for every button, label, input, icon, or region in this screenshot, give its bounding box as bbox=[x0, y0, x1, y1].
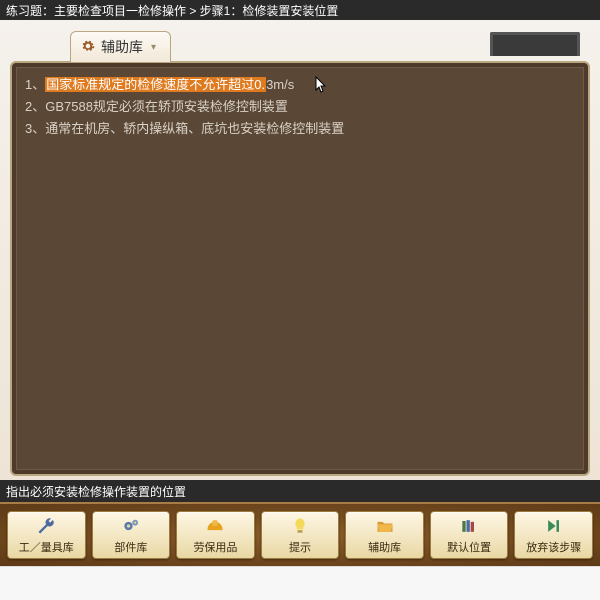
breadcrumb-bar: 练习题：主要检查项目一检修操作 > 步骤1：检修装置安装位置 bbox=[0, 0, 600, 20]
content-panel: 1、国家标准规定的检修速度不允许超过0.3m/s 2、GB7588规定必须在轿顶… bbox=[10, 61, 590, 476]
books-icon bbox=[458, 515, 480, 537]
hint-button[interactable]: 提示 bbox=[261, 511, 340, 559]
content-line-1[interactable]: 1、国家标准规定的检修速度不允许超过0.3m/s bbox=[25, 74, 575, 96]
instruction-text: 指出必须安装检修操作装置的位置 bbox=[6, 483, 186, 500]
content-body: 1、国家标准规定的检修速度不允许超过0.3m/s 2、GB7588规定必须在轿顶… bbox=[16, 67, 584, 470]
tools-library-button[interactable]: 工／量具库 bbox=[7, 511, 86, 559]
folder-icon bbox=[374, 515, 396, 537]
gears-icon bbox=[120, 515, 142, 537]
chevron-down-icon: ▾ bbox=[151, 42, 156, 53]
background-monitor-prop bbox=[490, 32, 580, 56]
auxiliary-library-button[interactable]: 辅助库 bbox=[345, 511, 424, 559]
selected-text: 国家标准规定的检修速度不允许超过0. bbox=[45, 77, 266, 92]
tab-label: 辅助库 bbox=[101, 37, 143, 57]
default-position-button[interactable]: 默认位置 bbox=[430, 511, 509, 559]
lightbulb-icon bbox=[289, 515, 311, 537]
outer-frame-bottom bbox=[0, 566, 600, 600]
auxiliary-library-tab[interactable]: 辅助库 ▾ bbox=[70, 31, 171, 62]
content-line-3[interactable]: 3、通常在机房、轿内操纵箱、底坑也安装检修控制装置 bbox=[25, 118, 575, 140]
instruction-bar: 指出必须安装检修操作装置的位置 bbox=[0, 480, 600, 502]
gear-icon bbox=[81, 39, 95, 56]
hardhat-icon bbox=[204, 515, 226, 537]
skip-icon bbox=[543, 515, 565, 537]
content-line-2[interactable]: 2、GB7588规定必须在轿顶安装检修控制装置 bbox=[25, 96, 575, 118]
wrench-icon bbox=[35, 515, 57, 537]
abandon-step-button[interactable]: 放弃该步骤 bbox=[514, 511, 593, 559]
parts-library-button[interactable]: 部件库 bbox=[92, 511, 171, 559]
ppe-button[interactable]: 劳保用品 bbox=[176, 511, 255, 559]
bottom-toolbar: 工／量具库 部件库 劳保用品 提示 辅助库 默认位置 放弃该步骤 bbox=[0, 502, 600, 566]
main-stage: 辅助库 ▾ 1、国家标准规定的检修速度不允许超过0.3m/s 2、GB7588规… bbox=[0, 20, 600, 480]
breadcrumb-text: 练习题：主要检查项目一检修操作 > 步骤1：检修装置安装位置 bbox=[6, 2, 338, 19]
